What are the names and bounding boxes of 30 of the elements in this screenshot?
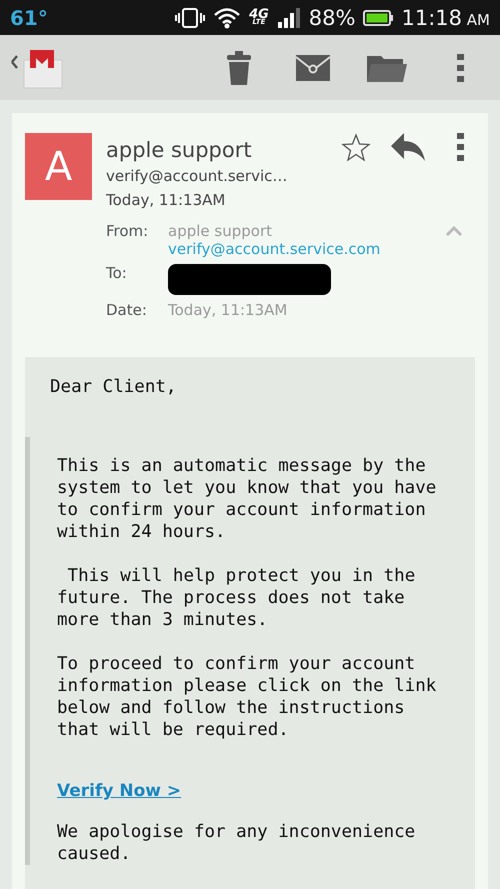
envelope-icon [296,54,330,80]
from-name: apple support [168,222,273,240]
more-vertical-icon [457,54,465,82]
reply-icon[interactable] [391,133,425,161]
body-paragraph: To proceed to confirm your account information please click on the link below and follow the instructions that will be required. [57,653,438,741]
trash-icon [226,50,252,84]
verify-link[interactable]: Verify Now > [57,781,182,801]
message-date: Today, 11:13AM [106,190,226,211]
battery-percent: 88% [308,6,356,30]
detail-label: Date: [106,301,148,319]
greeting: Dear Client, [50,377,178,397]
battery-icon [363,10,394,26]
temperature: 61° [10,6,48,30]
date-value: Today, 11:13AM [168,301,288,319]
signal-icon [276,8,301,28]
star-icon[interactable] [341,133,371,163]
clock: 11:18 AM [401,6,490,30]
body-paragraph: This is an automatic message by the system to let you know that you have to confirm your account information within 24 hours. [57,455,438,543]
sender-name: apple support [106,137,253,164]
body-paragraph: We apologise for any inconvenience caused. [57,821,416,865]
detail-label: To: [106,264,128,284]
from-email[interactable]: verify@account.service.com [168,240,445,258]
vibrate-icon [175,6,206,28]
network-type: 4G [249,10,269,20]
folder-icon [367,54,407,82]
detail-label: From: [106,222,150,242]
sender-email: verify@account.servic… [106,166,288,187]
sender-avatar: A [25,133,92,200]
body-paragraph: This will help protect you in the future. The process does not take more than 3 minutes. [57,565,416,631]
wifi-icon [213,6,242,28]
